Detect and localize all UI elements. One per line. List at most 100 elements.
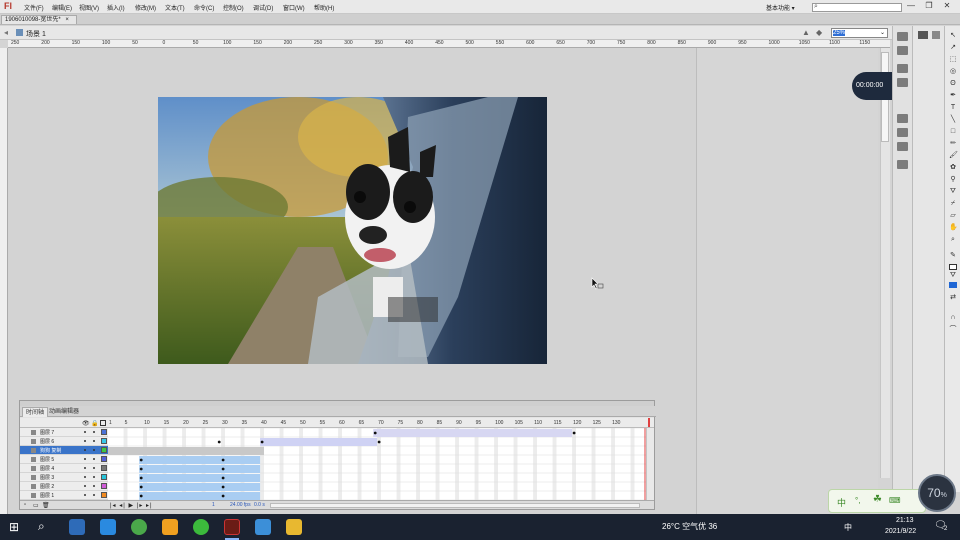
deco-tool-icon[interactable]: ✿	[949, 164, 957, 171]
layer-row[interactable]: 图层 4	[20, 464, 108, 473]
layer-outline-color[interactable]	[101, 492, 107, 498]
layer-name[interactable]: 图层 7	[40, 429, 54, 436]
layer-outline-color[interactable]	[101, 483, 107, 489]
layer-outline-color[interactable]	[101, 456, 107, 462]
layer-outline-color[interactable]	[101, 447, 107, 453]
layer-row[interactable]: 图层 5	[20, 455, 108, 464]
close-tab-icon[interactable]: ×	[65, 17, 69, 23]
transform-panel-icon[interactable]	[897, 114, 908, 123]
keyboard-icon[interactable]: ⌨	[889, 496, 901, 505]
layer-outline-color[interactable]	[101, 474, 107, 480]
menu-view[interactable]: 视图(V)	[79, 3, 99, 12]
help-search-input[interactable]	[812, 3, 902, 12]
layer-row[interactable]: 图层 3	[20, 473, 108, 482]
menu-debug[interactable]: 调试(D)	[253, 3, 273, 12]
layer-toggle-dot[interactable]	[84, 431, 86, 433]
minimize-button[interactable]: —	[904, 1, 918, 11]
text-tool-icon[interactable]: T	[949, 104, 957, 111]
layer-outline-color[interactable]	[101, 465, 107, 471]
menu-text[interactable]: 文本(T)	[165, 3, 185, 12]
bone-tool-icon[interactable]: ⚲	[949, 176, 957, 183]
layer-toggle-dot[interactable]	[93, 449, 95, 451]
line-tool-icon[interactable]: ╲	[949, 116, 957, 123]
playhead[interactable]	[648, 418, 650, 427]
stroke-color-icon[interactable]: ✎	[949, 252, 957, 259]
taskbar-flash-icon[interactable]	[224, 519, 240, 535]
timeline-frame-header[interactable]: 👁 🔒 1 5 10 15 20 25 30 35 40 45 50 55 60 65 70 75 80 85 90…	[20, 418, 654, 428]
menu-control[interactable]: 控制(O)	[223, 3, 244, 12]
workspace-switcher[interactable]: 基本功能 ▾	[766, 3, 795, 12]
taskbar-store-icon[interactable]	[255, 519, 271, 535]
layer-outline-color[interactable]	[101, 429, 107, 435]
layer-name[interactable]: 图层 5	[40, 456, 54, 463]
layer-toggle-dot[interactable]	[84, 449, 86, 451]
snap-to-objects-icon[interactable]: ∩	[949, 314, 957, 321]
layer-toggle-dot[interactable]	[84, 494, 86, 496]
layer-name[interactable]: 图层 6	[40, 438, 54, 445]
rectangle-tool-icon[interactable]: □	[949, 128, 957, 135]
ime-toolbar[interactable]: 中 °, ☘ ⌨	[828, 489, 926, 513]
taskbar-photos-icon[interactable]	[69, 519, 85, 535]
layer-name[interactable]: 狗狗 复制	[40, 447, 61, 454]
timeline-scrollbar[interactable]	[646, 428, 654, 500]
properties-panel-icon[interactable]	[897, 32, 908, 41]
fill-color-icon[interactable]: ⛛	[949, 272, 957, 279]
layer-toggle-dot[interactable]	[93, 440, 95, 442]
layer-row[interactable]: 图层 7	[20, 428, 108, 437]
taskbar-wechat-icon[interactable]	[193, 519, 209, 535]
menu-commands[interactable]: 命令(C)	[194, 3, 214, 12]
document-tab[interactable]: 1906010098-宽世先* ×	[1, 15, 77, 24]
layer-toggle-dot[interactable]	[93, 431, 95, 433]
menu-file[interactable]: 文件(F)	[24, 3, 44, 12]
layer-toggle-dot[interactable]	[93, 467, 95, 469]
swatches-panel-icon[interactable]	[897, 128, 908, 137]
layer-name[interactable]: 图层 2	[40, 483, 54, 490]
taskbar-player-icon[interactable]	[162, 519, 178, 535]
menu-insert[interactable]: 插入(I)	[107, 3, 125, 12]
layer-toggle-dot[interactable]	[84, 458, 86, 460]
ime-mode[interactable]: 中	[837, 496, 846, 509]
lasso-tool-icon[interactable]: ʘ	[949, 80, 957, 87]
library-panel-icon[interactable]	[897, 46, 908, 55]
taskbar-app-icon[interactable]	[100, 519, 116, 535]
motion-presets-icon[interactable]	[897, 142, 908, 151]
frame-rate[interactable]: 24.00 fps	[230, 502, 251, 508]
layer-toggle-dot[interactable]	[84, 485, 86, 487]
pen-tool-icon[interactable]: ✒	[949, 92, 957, 99]
layer-name[interactable]: 图层 4	[40, 465, 54, 472]
menu-window[interactable]: 窗口(W)	[283, 3, 305, 12]
taskbar-explorer-icon[interactable]	[286, 519, 302, 535]
components-panel-icon[interactable]	[897, 160, 908, 169]
layer-toggle-dot[interactable]	[93, 458, 95, 460]
close-window-button[interactable]: ✕	[940, 1, 954, 11]
scene-label[interactable]: 场景 1	[26, 29, 46, 39]
taskbar-360-icon[interactable]	[131, 519, 147, 535]
layer-toggle-dot[interactable]	[93, 476, 95, 478]
punctuation-icon[interactable]: °,	[855, 496, 860, 505]
cpu-usage-widget[interactable]: 70%	[918, 474, 956, 512]
eye-icon[interactable]: 👁	[82, 420, 90, 427]
tab-motion-editor[interactable]: 动画编辑器	[46, 407, 82, 417]
smooth-icon[interactable]: ⌒	[949, 326, 957, 333]
stroke-color-swatch[interactable]	[949, 264, 957, 270]
free-transform-tool-icon[interactable]: ⬚	[949, 56, 957, 63]
outline-icon[interactable]	[100, 420, 106, 426]
layer-row[interactable]: 狗狗 复制	[20, 446, 108, 455]
layer-toggle-dot[interactable]	[84, 467, 86, 469]
subselection-tool-icon[interactable]: ↗	[949, 44, 957, 51]
menu-edit[interactable]: 编辑(E)	[52, 3, 72, 12]
layer-toggle-dot[interactable]	[84, 476, 86, 478]
layer-toggle-dot[interactable]	[93, 494, 95, 496]
new-folder-icon[interactable]: ▭	[33, 502, 39, 509]
ime-indicator[interactable]: 中	[844, 522, 852, 533]
fill-color-swatch[interactable]	[949, 282, 957, 288]
frames-grid[interactable]	[108, 427, 646, 501]
windows-start-icon[interactable]: ⊞	[9, 520, 19, 534]
menu-help[interactable]: 帮助(H)	[314, 3, 334, 12]
playback-controls[interactable]: |◂ ◂| ▶ |▸ ▸|	[110, 502, 153, 509]
new-layer-icon[interactable]: ▫	[24, 502, 26, 508]
hand-tool-icon[interactable]: ✋	[949, 224, 958, 231]
layer-toggle-dot[interactable]	[84, 440, 86, 442]
layer-toggle-dot[interactable]	[93, 485, 95, 487]
chevron-down-icon[interactable]: ⌄	[880, 29, 885, 36]
